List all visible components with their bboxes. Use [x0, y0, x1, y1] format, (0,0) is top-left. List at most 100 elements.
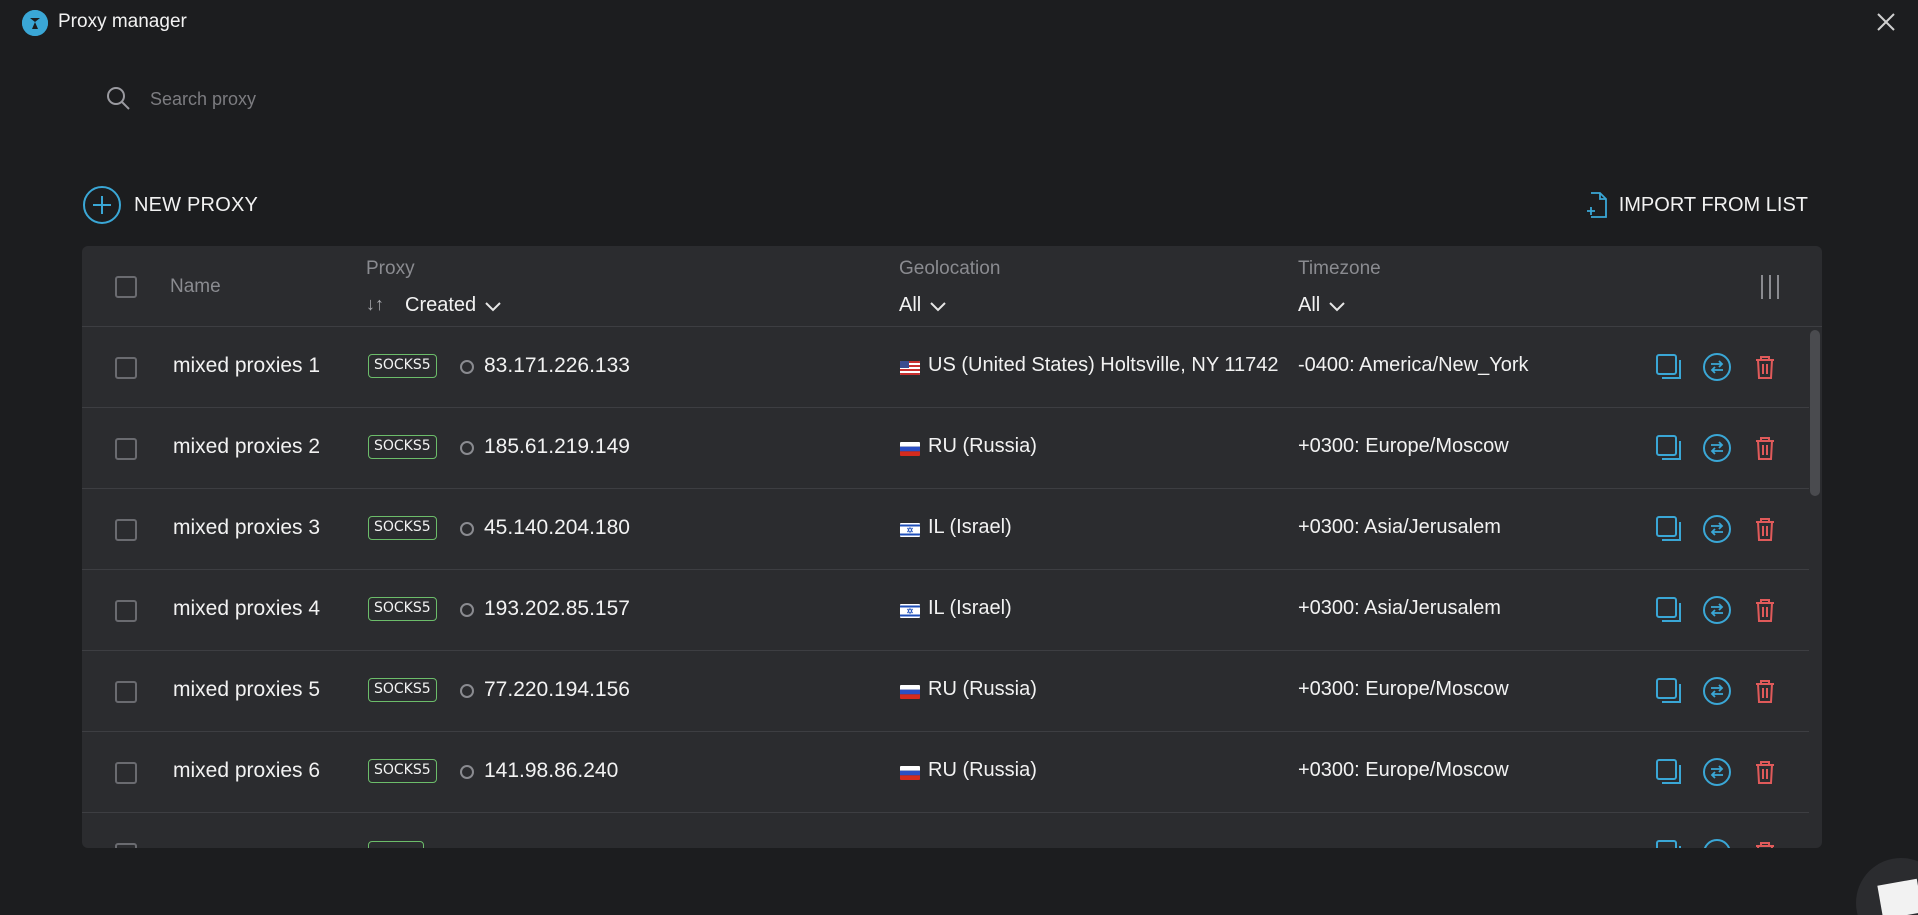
copy-icon[interactable]: [1654, 838, 1684, 848]
column-settings-icon[interactable]: [1758, 273, 1782, 301]
check-proxy-icon[interactable]: [1702, 676, 1732, 706]
proxy-type-badge: SOCKS5: [368, 435, 437, 459]
copy-icon[interactable]: [1654, 352, 1684, 382]
table-row[interactable]: mixed proxies 4 SOCKS5 193.202.85.157 IL (I…: [82, 570, 1809, 651]
sort-direction-toggle[interactable]: ↓↑: [366, 294, 384, 315]
proxy-ip: 141.98.86.240: [484, 759, 619, 782]
search-input[interactable]: [150, 84, 670, 114]
new-proxy-label: NEW PROXY: [134, 193, 259, 216]
geolocation-value: IL (Israel): [928, 516, 1012, 538]
row-checkbox[interactable]: [115, 762, 137, 784]
geolocation-value: RU (Russia): [928, 759, 1037, 781]
feedback-icon: [1877, 878, 1918, 915]
proxy-ip: 45.140.204.180: [484, 516, 630, 539]
timezone-filter-dropdown[interactable]: All: [1298, 294, 1346, 317]
table-row[interactable]: mixed proxies 5 SOCKS5 77.220.194.156 RU (R…: [82, 651, 1809, 732]
proxy-type-badge: [368, 841, 424, 848]
proxy-name: mixed proxies 4: [173, 597, 321, 620]
title-bar: Proxy manager: [0, 0, 1918, 44]
geolocation-value: RU (Russia): [928, 678, 1037, 700]
proxy-type-badge: SOCKS5: [368, 678, 437, 702]
geolocation-filter-dropdown[interactable]: All: [899, 294, 947, 317]
copy-icon[interactable]: [1654, 514, 1684, 544]
il-flag-icon: [900, 523, 920, 537]
copy-icon[interactable]: [1654, 433, 1684, 463]
proxy-table: Name Proxy ↓↑ Created Geolocation All Ti…: [82, 246, 1822, 848]
delete-icon[interactable]: [1750, 595, 1780, 625]
proxy-type-badge: SOCKS5: [368, 516, 437, 540]
geolocation-value: US (United States) Holtsville, NY 11742: [928, 354, 1279, 376]
proxy-type-badge: SOCKS5: [368, 759, 437, 783]
timezone-value: -0400: America/New_York: [1298, 354, 1529, 376]
timezone-value: +0300: Europe/Moscow: [1298, 435, 1509, 457]
import-from-list-button[interactable]: IMPORT FROM LIST: [1585, 190, 1808, 220]
proxy-name: mixed proxies 2: [173, 435, 321, 458]
proxy-type-badge: SOCKS5: [368, 354, 437, 378]
ru-flag-icon: [900, 766, 920, 780]
window-title: Proxy manager: [58, 11, 187, 32]
delete-icon[interactable]: [1750, 514, 1780, 544]
check-proxy-icon[interactable]: [1702, 595, 1732, 625]
status-indicator: [460, 522, 474, 536]
search-bar: [100, 80, 700, 120]
check-proxy-icon[interactable]: [1702, 352, 1732, 382]
table-row[interactable]: mixed proxies 3 SOCKS5 45.140.204.180 IL (I…: [82, 489, 1809, 570]
column-header-name[interactable]: Name: [170, 276, 221, 298]
status-indicator: [460, 441, 474, 455]
proxy-name: mixed proxies 1: [173, 354, 321, 377]
row-checkbox[interactable]: [115, 519, 137, 541]
check-proxy-icon[interactable]: [1702, 757, 1732, 787]
us-flag-icon: [900, 361, 920, 375]
feedback-widget[interactable]: [1856, 858, 1918, 915]
new-proxy-button[interactable]: NEW PROXY: [82, 185, 258, 225]
plus-circle-icon: [83, 186, 121, 224]
check-proxy-icon[interactable]: [1702, 838, 1732, 848]
proxy-type-badge: SOCKS5: [368, 597, 437, 621]
row-checkbox[interactable]: [115, 438, 137, 460]
geolocation-filter-value: All: [899, 294, 922, 316]
proxy-ip: 83.171.226.133: [484, 354, 630, 377]
chevron-down-icon: [1329, 301, 1345, 311]
copy-icon[interactable]: [1654, 595, 1684, 625]
table-scrollbar[interactable]: [1810, 330, 1820, 496]
import-document-icon: [1586, 192, 1607, 218]
row-checkbox[interactable]: [115, 357, 137, 379]
table-row[interactable]: mixed proxies 1 SOCKS5 83.171.226.133 US (U…: [82, 327, 1809, 408]
table-row-partial: [82, 813, 1809, 848]
column-header-proxy: Proxy: [366, 258, 415, 279]
row-checkbox[interactable]: [115, 600, 137, 622]
import-from-list-label: IMPORT FROM LIST: [1618, 193, 1808, 216]
app-logo-icon: [22, 10, 48, 36]
il-flag-icon: [900, 604, 920, 618]
delete-icon[interactable]: [1750, 433, 1780, 463]
table-header: Name Proxy ↓↑ Created Geolocation All Ti…: [82, 246, 1822, 327]
timezone-value: +0300: Europe/Moscow: [1298, 678, 1509, 700]
copy-icon[interactable]: [1654, 757, 1684, 787]
row-checkbox[interactable]: [115, 843, 137, 848]
row-checkbox[interactable]: [115, 681, 137, 703]
search-icon: [107, 87, 130, 110]
proxy-ip: 77.220.194.156: [484, 678, 630, 701]
delete-icon[interactable]: [1750, 838, 1780, 848]
check-proxy-icon[interactable]: [1702, 514, 1732, 544]
check-proxy-icon[interactable]: [1702, 433, 1732, 463]
table-row[interactable]: mixed proxies 2 SOCKS5 185.61.219.149 RU (R…: [82, 408, 1809, 489]
proxy-name: mixed proxies 3: [173, 516, 321, 539]
close-button[interactable]: [1874, 10, 1898, 34]
chevron-down-icon: [485, 301, 501, 311]
select-all-checkbox[interactable]: [115, 276, 137, 298]
delete-icon[interactable]: [1750, 757, 1780, 787]
delete-icon[interactable]: [1750, 352, 1780, 382]
table-row[interactable]: mixed proxies 6 SOCKS5 141.98.86.240 RU (Ru…: [82, 732, 1809, 813]
geolocation-value: IL (Israel): [928, 597, 1012, 619]
proxy-sort-value: Created: [405, 294, 477, 316]
status-indicator: [460, 603, 474, 617]
proxy-ip: 193.202.85.157: [484, 597, 630, 620]
status-indicator: [460, 360, 474, 374]
delete-icon[interactable]: [1750, 676, 1780, 706]
status-indicator: [460, 765, 474, 779]
proxy-sort-dropdown[interactable]: Created: [405, 294, 502, 317]
close-icon[interactable]: [1874, 10, 1898, 34]
copy-icon[interactable]: [1654, 676, 1684, 706]
timezone-value: +0300: Asia/Jerusalem: [1298, 516, 1501, 538]
